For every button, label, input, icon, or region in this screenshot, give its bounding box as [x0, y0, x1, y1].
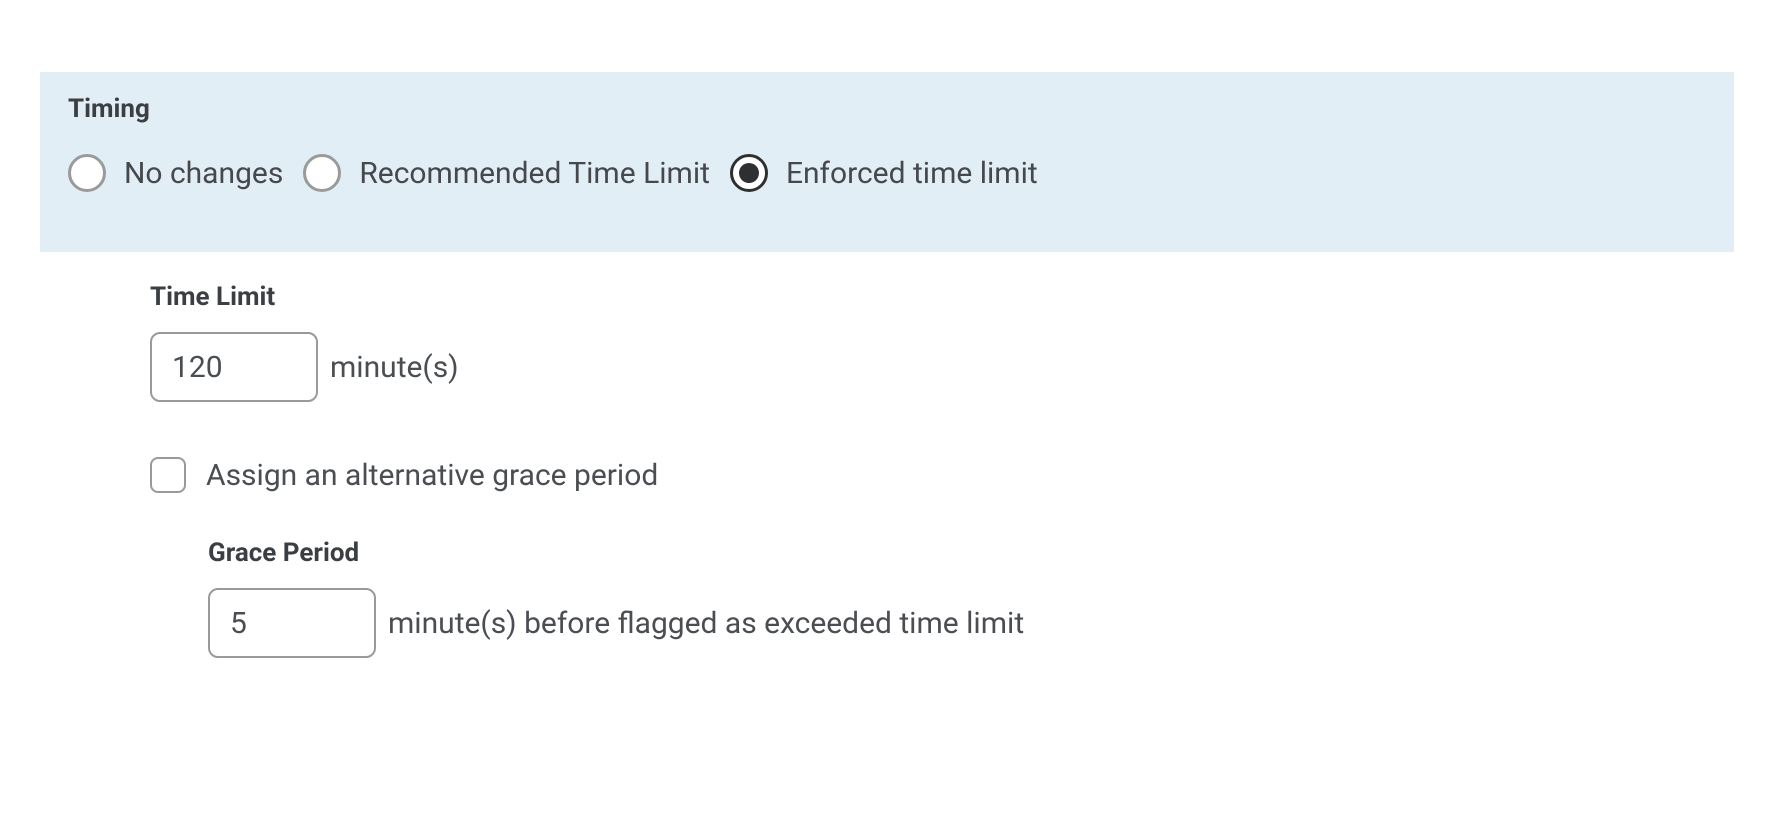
grace-period-suffix: minute(s) before flagged as exceeded tim…	[388, 606, 1024, 641]
radio-item-recommended: Recommended Time Limit	[303, 154, 710, 192]
grace-period-heading: Grace Period	[208, 538, 1734, 568]
grace-period-input[interactable]	[208, 588, 376, 658]
alt-grace-label[interactable]: Assign an alternative grace period	[206, 458, 658, 493]
radio-label-no-changes[interactable]: No changes	[124, 156, 283, 191]
radio-item-no-changes: No changes	[68, 154, 283, 192]
alt-grace-checkbox[interactable]	[150, 457, 186, 493]
radio-no-changes[interactable]	[68, 154, 106, 192]
time-limit-section: Time Limit minute(s) Assign an alternati…	[40, 282, 1734, 658]
timing-heading: Timing	[68, 94, 1706, 124]
radio-label-recommended[interactable]: Recommended Time Limit	[359, 156, 710, 191]
time-limit-input[interactable]	[150, 332, 318, 402]
timing-radio-group: No changes Recommended Time Limit Enforc…	[68, 154, 1706, 192]
radio-recommended[interactable]	[303, 154, 341, 192]
time-limit-heading: Time Limit	[150, 282, 1734, 312]
radio-item-enforced: Enforced time limit	[730, 154, 1038, 192]
grace-period-input-row: minute(s) before flagged as exceeded tim…	[208, 588, 1734, 658]
time-limit-input-row: minute(s)	[150, 332, 1734, 402]
alt-grace-row: Assign an alternative grace period	[150, 457, 1734, 493]
time-limit-unit: minute(s)	[330, 350, 459, 385]
grace-period-section: Grace Period minute(s) before flagged as…	[150, 538, 1734, 658]
radio-label-enforced[interactable]: Enforced time limit	[786, 156, 1038, 191]
radio-inner-icon	[739, 163, 759, 183]
timing-section: Timing No changes Recommended Time Limit…	[40, 72, 1734, 252]
radio-enforced[interactable]	[730, 154, 768, 192]
